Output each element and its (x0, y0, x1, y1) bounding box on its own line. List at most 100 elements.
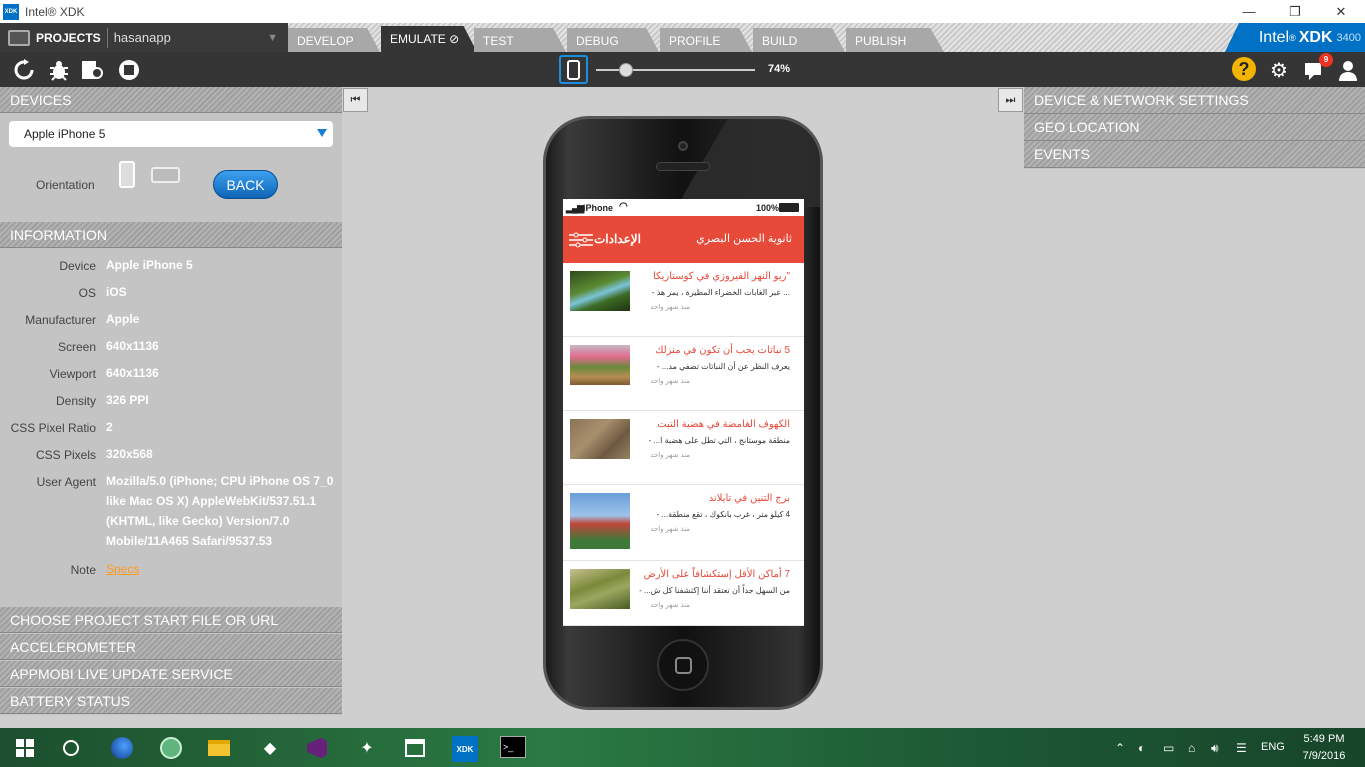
tab-build[interactable]: BUILD (753, 28, 845, 52)
visual-studio-icon[interactable] (305, 736, 329, 760)
accelerometer-header[interactable]: ACCELEROMETER (0, 634, 342, 660)
zoom-slider-handle[interactable] (619, 63, 633, 77)
phone-camera (678, 141, 688, 151)
taskbar-clock[interactable]: 5:49 PM 7/9/2016 (1301, 731, 1347, 765)
tray-expand-icon[interactable]: ⌃ (1115, 741, 1125, 755)
minimize-button[interactable]: — (1226, 0, 1272, 23)
notification-count-badge: 9 (1319, 53, 1333, 67)
info-key: Note (70, 563, 96, 577)
file-explorer-icon[interactable] (207, 736, 231, 760)
collapse-left-panel-icon[interactable]: ⏮ (343, 88, 368, 112)
user-account-icon[interactable] (1336, 58, 1360, 82)
ios-status-bar: ▂▄▆ iPhone ◠ 100% (563, 199, 804, 216)
info-value: 326 PPI (106, 393, 149, 407)
article-item[interactable]: برج التنين في تايلاند 4 كيلو متر ، غرب ب… (563, 485, 804, 561)
article-title: الكهوف الغامضة في هضبة التبت (657, 419, 790, 430)
article-time: منذ شهر واحد (650, 526, 690, 533)
battery-percent: 100% (756, 203, 780, 213)
phone-speaker (656, 162, 710, 171)
zoom-level: 74% (768, 63, 791, 75)
device-select-value: Apple iPhone 5 (24, 127, 106, 141)
close-button[interactable]: ✕ (1318, 0, 1364, 23)
firefox-icon[interactable] (110, 736, 134, 760)
language-indicator[interactable]: ENG (1261, 741, 1285, 753)
clock-date: 7/9/2016 (1302, 750, 1346, 762)
intel-xdk-taskbar-icon[interactable]: XDK (452, 736, 478, 762)
app-title: ثانوية الحسن البصري (696, 233, 792, 245)
settings-label[interactable]: الإعدادات (594, 232, 641, 246)
xdk-logo-icon: XDK (3, 3, 19, 20)
article-description: ... عبر الغابات الخضراء المطيرة ، يمر هذ… (651, 288, 790, 297)
volume-tray-icon[interactable]: 🔊︎ (1211, 741, 1219, 756)
article-time: منذ شهر واحد (650, 452, 690, 459)
article-item[interactable]: 5 نباتات يجب أن تكون في منزلك يعرف النظر… (563, 337, 804, 411)
signal-icon: ▂▄▆ (566, 203, 584, 213)
collapse-right-panel-icon[interactable]: ⏭ (998, 88, 1023, 112)
windows-taskbar (0, 728, 1365, 767)
windows-start-icon[interactable] (13, 736, 37, 760)
action-center-icon[interactable]: ☰ (1236, 741, 1247, 755)
tab-develop[interactable]: DEVELOP (288, 28, 380, 52)
projects-selector[interactable]: PROJECTS hasanapp ▼ (0, 23, 288, 52)
article-item[interactable]: 7 أماكن الأقل إستكشافاً على الأرض من الس… (563, 561, 804, 626)
article-description: يعرف النظر عن أن النباتات تضفي مد... - (656, 362, 790, 371)
information-header[interactable]: INFORMATION (0, 222, 342, 248)
reload-icon[interactable] (12, 58, 36, 82)
tab-debug[interactable]: DEBUG (567, 28, 659, 52)
app-icon[interactable]: ✦ (355, 736, 379, 760)
portrait-orientation-icon[interactable] (119, 161, 135, 188)
debug-bug-icon[interactable] (47, 58, 71, 82)
tab-profile[interactable]: PROFILE (660, 28, 752, 52)
store-icon[interactable] (403, 736, 427, 760)
projects-label: PROJECTS (36, 30, 101, 45)
phone-home-button[interactable] (657, 639, 709, 691)
landscape-orientation-icon[interactable] (151, 167, 180, 183)
battery-tray-icon[interactable]: ▭ (1163, 741, 1174, 755)
geo-location-header[interactable]: GEO LOCATION (1024, 114, 1365, 141)
device-network-settings-header[interactable]: DEVICE & NETWORK SETTINGS (1024, 87, 1365, 114)
wifi-icon: ◠ (619, 201, 628, 212)
debug-settings-icon[interactable] (80, 58, 104, 82)
info-value: iOS (106, 285, 127, 299)
tab-label: PUBLISH (855, 34, 907, 48)
window-title: Intel® XDK (25, 4, 85, 19)
article-description: 4 كيلو متر ، غرب بانكوك ، تقع منطقة... - (656, 510, 790, 519)
cortana-search-icon[interactable] (59, 736, 83, 760)
devices-header[interactable]: DEVICES (0, 87, 342, 113)
appmobi-live-update-header[interactable]: APPMOBI LIVE UPDATE SERVICE (0, 661, 342, 687)
tab-publish[interactable]: PUBLISH (846, 28, 944, 52)
settings-sliders-icon[interactable] (569, 232, 593, 248)
info-value: Mozilla/5.0 (iPhone; CPU iPhone OS 7_0 l… (106, 474, 334, 548)
tab-label: EMULATE (390, 32, 446, 46)
network-tray-icon[interactable]: ⌂ (1188, 741, 1195, 755)
atom-icon[interactable] (159, 736, 183, 760)
info-key: Device (59, 259, 96, 273)
article-thumbnail (570, 569, 630, 609)
settings-gear-icon[interactable]: ⚙ (1267, 58, 1291, 82)
unity-icon[interactable]: ◆ (258, 736, 282, 760)
device-select[interactable]: Apple iPhone 5 (9, 121, 333, 147)
back-button[interactable]: BACK (213, 170, 278, 199)
stop-icon[interactable] (117, 58, 141, 82)
events-header[interactable]: EVENTS (1024, 141, 1365, 168)
info-value: 320x568 (106, 447, 153, 461)
choose-start-file-header[interactable]: CHOOSE PROJECT START FILE OR URL (0, 607, 342, 633)
help-icon[interactable]: ? (1232, 57, 1256, 81)
info-value: Apple iPhone 5 (106, 258, 193, 272)
article-item[interactable]: الكهوف الغامضة في هضبة التبت منطقة موستا… (563, 411, 804, 485)
info-key: Manufacturer (25, 313, 96, 327)
command-prompt-icon[interactable]: >_ (500, 736, 526, 758)
divider (106, 27, 108, 48)
tray-app-icon[interactable]: ◐ (1138, 741, 1145, 755)
tab-label: TEST (483, 34, 514, 48)
info-value: 640x1136 (106, 339, 159, 353)
article-item[interactable]: "ريو النهر الفيروزي في كوستاريكا ... عبر… (563, 263, 804, 337)
battery-status-header[interactable]: BATTERY STATUS (0, 688, 342, 714)
tab-label: PROFILE (669, 34, 721, 48)
tab-test[interactable]: TEST (474, 28, 566, 52)
tab-emulate[interactable]: EMULATE ⊘ (381, 26, 477, 52)
device-frame-toggle-icon[interactable] (559, 55, 588, 84)
restore-button[interactable]: ❐ (1272, 0, 1318, 23)
info-key: Density (55, 394, 96, 408)
specs-link[interactable]: Specs (106, 562, 139, 576)
